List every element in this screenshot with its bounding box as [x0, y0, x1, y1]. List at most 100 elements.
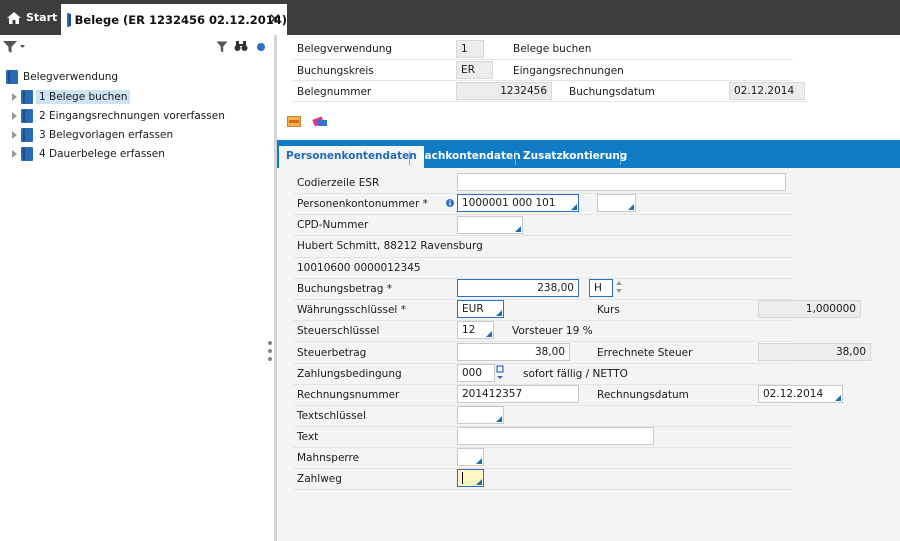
tree-item-label: 1 Belege buchen — [36, 90, 131, 104]
home-icon — [7, 11, 21, 24]
dropdown-corner-icon[interactable] — [628, 204, 634, 210]
belegverwendung-text: Belege buchen — [513, 43, 592, 55]
envelope-icon[interactable] — [287, 116, 301, 127]
personenkonto-value: 1000001 000 101 — [462, 197, 556, 209]
personenkonto-extra-input[interactable] — [597, 194, 636, 212]
book-icon — [6, 70, 18, 84]
steuerschluessel-text: Vorsteuer 19 % — [512, 325, 593, 337]
steuerbetrag-input[interactable]: 38,00 — [457, 343, 570, 361]
tree-item-belege-buchen[interactable]: 1 Belege buchen — [12, 89, 131, 105]
tree-item-label: 4 Dauerbelege erfassen — [39, 148, 165, 160]
tab-zusatzkontierung[interactable]: Zusatzkontierung — [516, 146, 634, 168]
codierzeile-input[interactable] — [457, 173, 786, 191]
top-bar: Start Belege (ER 1232456 02.12.2014) ✕ — [0, 0, 900, 35]
dropdown-corner-icon[interactable] — [515, 226, 521, 232]
tree-root-label: Belegverwendung — [23, 71, 119, 83]
steuerbetrag-label: Steuerbetrag — [297, 347, 367, 359]
form-tab-bar: Personenkontendaten Sachkontendaten Zusa… — [277, 140, 900, 168]
address-line: Hubert Schmitt, 88212 Ravensburg — [297, 240, 483, 252]
expand-arrow-icon[interactable] — [12, 150, 17, 158]
mahnsperre-input[interactable] — [457, 448, 484, 466]
filter-dropdown-icon[interactable] — [2, 40, 26, 54]
start-tab[interactable]: Start — [0, 0, 58, 35]
tree-item-label: 2 Eingangsrechnungen vorerfassen — [39, 110, 225, 122]
zahlweg-input[interactable] — [457, 469, 484, 487]
waehrung-input[interactable]: EUR — [457, 300, 504, 318]
dropdown-corner-icon[interactable] — [496, 310, 502, 316]
tree-item-belegvorlagen[interactable]: 3 Belegvorlagen erfassen — [12, 127, 176, 143]
textschluessel-input[interactable] — [457, 406, 504, 424]
tab-sachkontendaten[interactable]: Sachkontendaten — [410, 146, 528, 168]
dropdown-corner-icon[interactable] — [835, 395, 841, 401]
buchungsdatum-field: 02.12.2014 — [729, 82, 805, 100]
book-icon — [67, 12, 71, 27]
belegnummer-label: Belegnummer — [297, 86, 372, 98]
tree-root[interactable]: Belegverwendung — [6, 70, 118, 84]
info-icon[interactable] — [446, 199, 454, 207]
zahlungsbedingung-text: sofort fällig / NETTO — [523, 368, 628, 380]
rechnungsdatum-input[interactable]: 02.12.2014 — [758, 385, 843, 403]
tree-item-eingangsrechnungen[interactable]: 2 Eingangsrechnungen vorerfassen — [12, 108, 228, 124]
steuerschluessel-input[interactable]: 12 — [457, 321, 494, 339]
tree-item-label: 3 Belegvorlagen erfassen — [39, 129, 174, 141]
dropdown-corner-icon[interactable] — [476, 458, 482, 464]
splitter-grip-icon[interactable] — [268, 341, 272, 345]
buchungsbetrag-input[interactable]: 238,00 — [457, 279, 579, 297]
rechnungsdatum-value: 02.12.2014 — [763, 388, 824, 400]
splitter-grip-icon[interactable] — [268, 357, 272, 361]
buchungskreis-label: Buchungskreis — [297, 65, 374, 77]
errechnete-steuer-label: Errechnete Steuer — [597, 347, 693, 359]
steuerschluessel-label: Steuerschlüssel — [297, 325, 380, 337]
zahlungsbedingung-label: Zahlungsbedingung — [297, 368, 402, 380]
document-tab-label: Belege (ER 1232456 02.12.2014) — [74, 12, 287, 27]
text-cursor — [462, 472, 463, 484]
spinner-icon[interactable] — [615, 280, 623, 294]
expand-arrow-icon[interactable] — [12, 112, 17, 120]
kurs-field: 1,000000 — [758, 300, 861, 318]
belegverwendung-field: 1 — [456, 40, 484, 58]
personenkonto-input[interactable]: 1000001 000 101 — [457, 194, 579, 212]
book-icon — [21, 109, 33, 123]
navigation-panel: Belegverwendung 1 Belege buchen 2 Eingan… — [0, 35, 274, 541]
mahnsperre-label: Mahnsperre — [297, 452, 360, 464]
steuerschluessel-value: 12 — [462, 324, 476, 336]
dropdown-corner-icon[interactable] — [571, 204, 577, 210]
personenkonto-label: Personenkontonummer * — [297, 198, 428, 210]
zahlungsbedingung-input[interactable]: 000 — [457, 364, 495, 382]
stamp-icon[interactable] — [312, 114, 328, 128]
rechnungsnummer-input[interactable]: 201412357 — [457, 385, 579, 403]
cpd-input[interactable] — [457, 216, 523, 234]
splitter-grip-icon[interactable] — [268, 349, 272, 353]
expand-arrow-icon[interactable] — [12, 131, 17, 139]
book-icon — [21, 128, 33, 142]
tree-item-dauerbelege[interactable]: 4 Dauerbelege erfassen — [12, 146, 168, 162]
start-tab-label: Start — [26, 11, 58, 24]
status-dot-icon[interactable] — [257, 43, 265, 51]
waehrung-value: EUR — [462, 303, 484, 315]
rechnungsdatum-label: Rechnungsdatum — [597, 389, 689, 401]
waehrung-label: Währungsschlüssel * — [297, 304, 406, 316]
rechnungsnummer-label: Rechnungsnummer — [297, 389, 400, 401]
buchungsbetrag-label: Buchungsbetrag * — [297, 283, 392, 295]
header-section: Belegverwendung 1 Belege buchen Buchungs… — [277, 35, 900, 138]
dropdown-corner-icon[interactable] — [496, 416, 502, 422]
kurs-label: Kurs — [597, 304, 620, 316]
errechnete-steuer-field: 38,00 — [758, 343, 871, 361]
text-input[interactable] — [457, 427, 654, 445]
zahlweg-label: Zahlweg — [297, 473, 342, 485]
text-label: Text — [297, 431, 319, 443]
cpd-label: CPD-Nummer — [297, 219, 369, 231]
lookup-icon[interactable] — [496, 365, 504, 379]
soll-haben-input[interactable]: H — [589, 279, 613, 297]
binoculars-icon[interactable] — [234, 40, 248, 56]
tab-personenkontendaten[interactable]: Personenkontendaten — [279, 146, 424, 168]
belegnummer-field: 1232456 — [456, 82, 552, 100]
close-icon[interactable]: ✕ — [268, 10, 281, 28]
filter-icon[interactable] — [216, 41, 228, 53]
buchungskreis-field: ER — [456, 61, 493, 79]
codierzeile-label: Codierzeile ESR — [297, 177, 380, 189]
dropdown-corner-icon[interactable] — [476, 479, 482, 485]
dropdown-corner-icon[interactable] — [486, 331, 492, 337]
document-tab[interactable]: Belege (ER 1232456 02.12.2014) ✕ — [61, 4, 287, 35]
expand-arrow-icon[interactable] — [12, 93, 17, 101]
